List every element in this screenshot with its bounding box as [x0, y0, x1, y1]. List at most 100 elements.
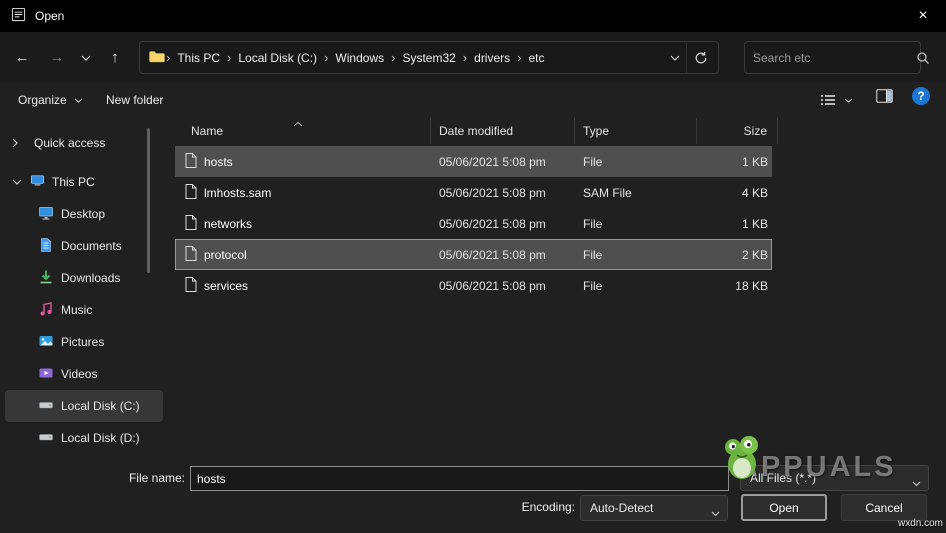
file-type: File — [575, 155, 697, 169]
sidebar-item-this-pc[interactable]: This PC — [0, 166, 168, 198]
file-type: File — [575, 279, 697, 293]
file-size: 1 KB — [697, 155, 772, 169]
forward-button[interactable]: → — [43, 41, 71, 74]
sidebar-item-local-disk-d[interactable]: Local Disk (D:) — [0, 422, 168, 454]
sidebar-gap — [0, 159, 168, 166]
breadcrumb-item-etc[interactable]: etc — [523, 51, 551, 65]
file-row-lmhosts[interactable]: lmhosts.sam 05/06/2021 5:08 pm SAM File … — [175, 177, 772, 208]
sidebar-item-quick-access[interactable]: Quick access — [0, 127, 168, 159]
organize-button[interactable]: Organize — [8, 86, 93, 114]
music-icon — [38, 301, 54, 320]
file-type: File — [575, 248, 697, 262]
column-header-type[interactable]: Type — [575, 118, 697, 144]
sidebar-item-downloads[interactable]: Downloads — [0, 262, 168, 294]
file-date: 05/06/2021 5:08 pm — [431, 155, 575, 169]
sidebar: Quick access This PC Desktop Documents D… — [0, 118, 168, 455]
cancel-button[interactable]: Cancel — [841, 494, 927, 521]
search-box[interactable] — [744, 41, 921, 74]
file-type-dropdown[interactable]: All Files (*.*) — [740, 465, 929, 491]
open-dialog: Open × ← → ↑ › This PC › Local Disk (C:)… — [0, 0, 946, 533]
close-icon[interactable]: × — [900, 0, 946, 32]
file-row-services[interactable]: services 05/06/2021 5:08 pm File 18 KB — [175, 270, 772, 301]
breadcrumb-item-this-pc[interactable]: This PC — [171, 51, 226, 65]
chevron-right-icon[interactable] — [12, 127, 18, 159]
computer-icon — [30, 173, 45, 191]
search-input[interactable] — [745, 51, 916, 65]
file-type: File — [575, 217, 697, 231]
sidebar-label: Documents — [61, 239, 122, 253]
downloads-icon — [38, 269, 54, 288]
file-type: SAM File — [575, 186, 697, 200]
file-date: 05/06/2021 5:08 pm — [431, 186, 575, 200]
breadcrumb-item-system32[interactable]: System32 — [396, 51, 461, 65]
sidebar-label: Pictures — [61, 335, 104, 349]
file-name-input[interactable] — [190, 466, 729, 491]
sidebar-item-documents[interactable]: Documents — [0, 230, 168, 262]
address-dropdown-button[interactable] — [664, 43, 686, 73]
sidebar-label: Local Disk (D:) — [61, 431, 140, 445]
chevron-down-icon — [74, 98, 83, 103]
sidebar-label: Desktop — [61, 207, 105, 221]
breadcrumb-item-local-disk-c[interactable]: Local Disk (C:) — [232, 51, 323, 65]
back-button[interactable]: ← — [8, 41, 36, 74]
column-header-size[interactable]: Size — [697, 118, 778, 144]
column-header-date-modified[interactable]: Date modified — [431, 118, 575, 144]
desktop-icon — [38, 205, 54, 224]
views-button[interactable] — [820, 88, 853, 112]
file-type-value: All Files (*.*) — [750, 471, 816, 485]
sidebar-label: Music — [61, 303, 92, 317]
column-headers: Name Date modified Type Size — [175, 118, 946, 144]
file-row-protocol[interactable]: protocol 05/06/2021 5:08 pm File 2 KB — [175, 239, 772, 270]
sidebar-item-pictures[interactable]: Pictures — [0, 326, 168, 358]
dialog-footer: File name: All Files (*.*) Encoding: Aut… — [0, 455, 946, 533]
file-size: 2 KB — [697, 248, 772, 262]
encoding-label: Encoding: — [455, 495, 575, 520]
open-button[interactable]: Open — [741, 494, 827, 521]
search-icon — [916, 51, 930, 65]
app-icon — [11, 7, 26, 25]
address-bar[interactable]: › This PC › Local Disk (C:) › Windows › … — [139, 41, 719, 74]
file-size: 18 KB — [697, 279, 772, 293]
recent-locations-button[interactable] — [76, 41, 96, 74]
sidebar-item-videos[interactable]: Videos — [0, 358, 168, 390]
encoding-value: Auto-Detect — [590, 501, 653, 515]
documents-icon — [38, 237, 54, 256]
encoding-dropdown[interactable]: Auto-Detect — [580, 495, 728, 521]
drive-icon — [38, 429, 54, 448]
file-list: Name Date modified Type Size hosts 05/06… — [175, 118, 946, 455]
organize-label: Organize — [18, 93, 67, 107]
chevron-down-icon — [912, 476, 921, 490]
file-row-networks[interactable]: networks 05/06/2021 5:08 pm File 1 KB — [175, 208, 772, 239]
file-icon — [185, 184, 197, 202]
chevron-down-icon[interactable] — [12, 166, 22, 198]
file-size: 1 KB — [697, 217, 772, 231]
preview-pane-button[interactable] — [876, 89, 893, 106]
breadcrumb-item-drivers[interactable]: drivers — [468, 51, 516, 65]
sidebar-item-music[interactable]: Music — [0, 294, 168, 326]
column-header-name[interactable]: Name — [175, 118, 431, 144]
help-button[interactable]: ? — [912, 87, 930, 105]
file-icon — [185, 277, 197, 295]
refresh-icon[interactable] — [686, 43, 714, 73]
sidebar-label: Videos — [61, 367, 97, 381]
sidebar-item-desktop[interactable]: Desktop — [0, 198, 168, 230]
list-view-icon — [820, 94, 836, 106]
up-button[interactable]: ↑ — [101, 41, 129, 74]
new-folder-button[interactable]: New folder — [96, 86, 173, 114]
sidebar-label: This PC — [52, 175, 95, 189]
preview-pane-icon — [876, 89, 893, 103]
sidebar-scrollbar[interactable] — [147, 128, 150, 273]
navigation-bar: ← → ↑ › This PC › Local Disk (C:) › Wind… — [0, 32, 946, 82]
breadcrumb-item-windows[interactable]: Windows — [329, 51, 390, 65]
file-name-label: File name: — [85, 465, 185, 491]
watermark-site: wxdn.com — [898, 518, 943, 529]
chevron-down-icon — [844, 98, 853, 103]
titlebar: Open × — [0, 0, 946, 32]
new-folder-label: New folder — [106, 93, 163, 107]
sidebar-item-local-disk-c[interactable]: Local Disk (C:) — [5, 390, 163, 422]
command-bar: Organize New folder ? — [0, 82, 946, 118]
chevron-down-icon — [711, 506, 720, 520]
file-icon — [185, 153, 197, 171]
file-row-hosts[interactable]: hosts 05/06/2021 5:08 pm File 1 KB — [175, 146, 772, 177]
file-size: 4 KB — [697, 186, 772, 200]
